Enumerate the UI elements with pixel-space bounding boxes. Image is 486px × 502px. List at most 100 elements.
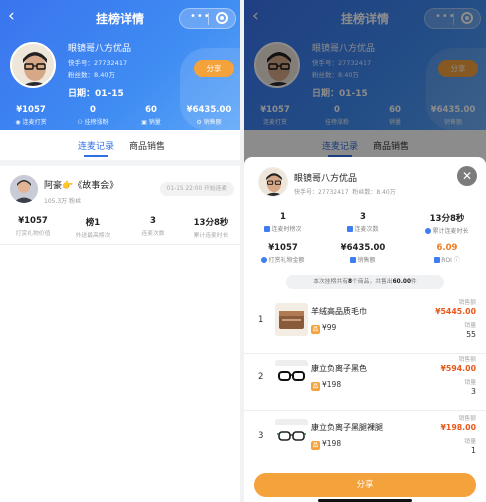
- right-screen: ‹ 挂榜详情 ••• 眼镜哥八方优品 快手号：27732417 粉丝数：8.40…: [244, 0, 486, 502]
- qty-label: 销量: [464, 439, 476, 445]
- product-price-value: ¥198: [322, 439, 342, 448]
- stat-label: ⚇ 挂榜涨粉: [68, 117, 118, 126]
- mic-icon: [347, 226, 354, 232]
- product-price: 品 ¥99: [311, 323, 336, 334]
- product-thumbnail: [275, 303, 308, 336]
- summary-middle: 个商品，共售出: [352, 279, 393, 285]
- sheet-share-button[interactable]: 分享: [254, 473, 476, 497]
- guest-avatar[interactable]: [10, 175, 38, 203]
- product-title: 康立负离子黑色: [311, 364, 367, 373]
- sheet-stat-value: 13分8秒: [429, 214, 465, 224]
- product-row[interactable]: 1 羊绒高品质毛巾 品 ¥99 销售额 ¥5445.00 销量 55: [244, 297, 486, 353]
- product-row[interactable]: 2 康立负离子黑色 品 ¥198 销售额 ¥594.00 销量 3: [244, 354, 486, 410]
- section-gap: [0, 160, 240, 166]
- stat-label: ◉ 连麦打赏: [6, 117, 56, 126]
- sheet-stat-label-text: 连麦时榜次: [271, 226, 302, 233]
- host-header: ‹ 挂榜详情 ••• 眼镜哥八方优品 快手号：27732417 粉丝数：8.40…: [0, 0, 240, 130]
- sheet-stat-gift: ¥1057 打赏礼物金额: [254, 243, 312, 264]
- guest-avatar-image: [10, 175, 38, 203]
- record-stat-value: 13分8秒: [193, 218, 229, 228]
- stat-tip: ¥1057 ◉ 连麦打赏: [6, 105, 56, 126]
- guest-name[interactable]: 阿豪👉《故事会》: [44, 178, 118, 191]
- person-icon: ⚇: [77, 119, 85, 126]
- close-icon[interactable]: ✕: [457, 166, 477, 186]
- record-stat-value: 榜1: [85, 218, 101, 228]
- host-avatar: [10, 42, 56, 88]
- stat-label: ▣ 销量: [128, 117, 174, 126]
- sheet-host-id: 快手号：27732417: [294, 189, 349, 196]
- sheet-host-avatar: [258, 167, 288, 197]
- qty-label: 销量: [464, 380, 476, 386]
- sheet-stat-value: 3: [360, 212, 366, 222]
- stat-value: 0: [90, 105, 96, 115]
- help-icon[interactable]: ⓘ: [454, 257, 460, 264]
- close-miniprogram-icon[interactable]: [216, 12, 228, 24]
- sheet-stat-label-text: 销售额: [357, 257, 376, 264]
- sheet-stat-rank: 1 连麦时榜次: [254, 212, 312, 233]
- sheet-stat-label: 打赏礼物金额: [254, 255, 312, 264]
- sheet-host-fans: 粉丝数：8.40万: [352, 189, 396, 196]
- stat-value: ¥1057: [16, 105, 46, 115]
- summary-total: 60.00: [392, 279, 411, 285]
- left-screen: ‹ 挂榜详情 ••• 眼镜哥八方优品 快手号：27732417 粉丝数：8.40…: [0, 0, 240, 502]
- sales-label: 销售额: [458, 416, 476, 422]
- mini-program-capsule[interactable]: •••: [179, 8, 236, 29]
- record-stat-rank: 榜1 外送最高榜次: [68, 216, 118, 239]
- glasses-image: [275, 360, 308, 393]
- stat-fans: 0 ⚇ 挂榜涨粉: [68, 105, 118, 126]
- sheet-stat-count: 3 连麦次数: [334, 212, 392, 233]
- product-title: 康立负离子黑腿裸腿: [311, 423, 383, 432]
- stat-label: ⚙ 销售额: [180, 117, 238, 126]
- tab-mic-records[interactable]: 连麦记录: [78, 139, 114, 152]
- record-stat-label: 打赏礼物价值: [15, 231, 51, 237]
- roi-icon: [434, 257, 441, 263]
- product-title: 羊绒高品质毛巾: [311, 307, 367, 316]
- tab-bar: 连麦记录 商品销售: [0, 130, 240, 160]
- product-thumbnail: [275, 360, 308, 393]
- product-price-value: ¥99: [322, 323, 337, 332]
- qty-label: 销量: [464, 323, 476, 329]
- stat-label-text: 连麦打赏: [22, 119, 47, 126]
- clock-icon: [425, 228, 432, 234]
- product-index: 1: [258, 315, 264, 325]
- sheet-stat-label-text: ROI: [441, 257, 452, 264]
- summary-suffix: 件: [410, 279, 417, 285]
- stat-label-text: 销量: [148, 119, 161, 126]
- tab-product-sales[interactable]: 商品销售: [129, 139, 165, 152]
- mic-start-time: 01-15 22:00 开始连麦: [160, 182, 234, 196]
- sales-label: 销售额: [458, 357, 476, 363]
- sales-detail-sheet: 眼镜哥八方优品 快手号：27732417 粉丝数：8.40万 ✕ 1 连麦时榜次…: [244, 157, 486, 502]
- record-stat-duration: 13分8秒 累计连麦时长: [184, 216, 238, 239]
- product-sales: ¥594.00: [440, 364, 476, 373]
- rank-icon: [264, 226, 271, 232]
- host-name: 眼镜哥八方优品: [68, 44, 132, 54]
- sheet-stat-label: ROI ⓘ: [416, 255, 478, 264]
- shop-badge-icon: 品: [311, 441, 320, 450]
- sheet-stat-value: ¥1057: [268, 243, 298, 253]
- sheet-stat-label: 销售额: [334, 255, 392, 264]
- capsule-divider: [208, 13, 209, 25]
- product-row[interactable]: 3 康立负离子黑腿裸腿 品 ¥198 销售额 ¥198.00 销量 1: [244, 413, 486, 469]
- sales-label: 销售额: [458, 300, 476, 306]
- record-stat-label: 累计连麦时长: [193, 233, 229, 239]
- product-qty: 3: [471, 387, 476, 396]
- date-label: 日期：01-15: [68, 89, 124, 99]
- share-button[interactable]: 分享: [194, 60, 234, 77]
- product-index: 3: [258, 431, 264, 441]
- sheet-stat-label: 累计连麦时长: [416, 226, 478, 235]
- sheet-stat-value: ¥6435.00: [340, 243, 386, 253]
- stat-sales-count: 60 ▣ 销量: [128, 105, 174, 126]
- sheet-host-avatar-image: [259, 168, 287, 196]
- sheet-host-meta: 快手号：27732417 粉丝数：8.40万: [294, 187, 396, 196]
- record-stat-label: 连麦次数: [141, 231, 165, 237]
- coin-icon: ◉: [15, 119, 23, 126]
- product-qty: 1: [471, 446, 476, 455]
- sheet-stat-roi: 6.09 ROI ⓘ: [416, 243, 478, 264]
- host-avatar-image: [12, 44, 54, 86]
- sheet-stat-sales: ¥6435.00 销售额: [334, 243, 392, 264]
- sheet-stat-label-text: 打赏礼物金额: [268, 257, 305, 264]
- cart-icon: [350, 257, 357, 263]
- sheet-stat-label-text: 累计连麦时长: [432, 228, 469, 235]
- towel-image: [275, 303, 308, 336]
- stat-label-text: 挂榜涨粉: [84, 119, 109, 126]
